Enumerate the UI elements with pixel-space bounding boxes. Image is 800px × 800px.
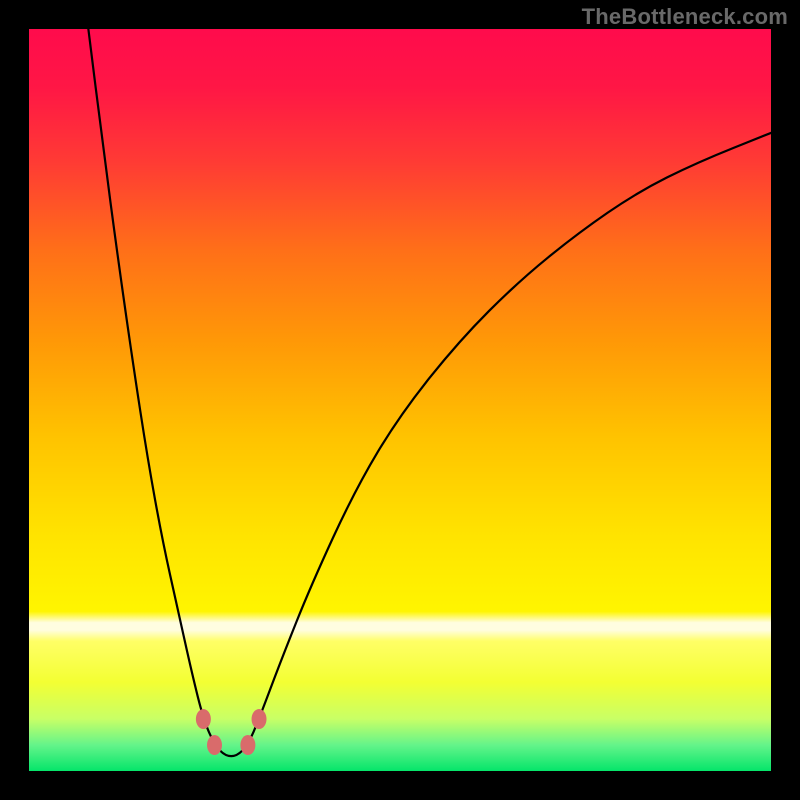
watermark-text: TheBottleneck.com [582, 4, 788, 30]
curve-marker [207, 735, 222, 755]
curve-marker [252, 709, 267, 729]
curve-marker [240, 735, 255, 755]
bottleneck-curve [29, 29, 771, 771]
curve-marker [196, 709, 211, 729]
chart-frame: TheBottleneck.com [0, 0, 800, 800]
plot-area [29, 29, 771, 771]
